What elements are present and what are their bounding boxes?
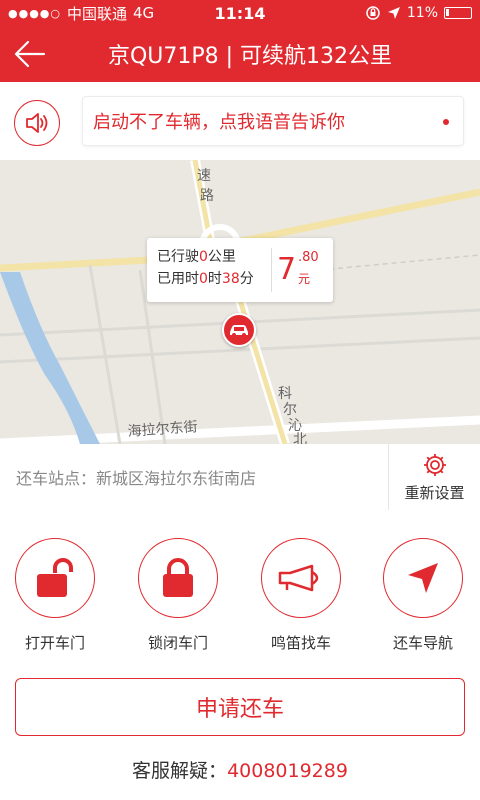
apply-return-button[interactable]: 申请还车 [15, 678, 465, 736]
road-label: 速 [197, 168, 211, 184]
honk-horn-button[interactable]: 鸣笛找车 [246, 538, 356, 653]
page-title: 京QU71P8 | 可续航132公里 [107, 44, 393, 69]
road-label: 路 [200, 188, 214, 204]
lock-circle [138, 538, 218, 618]
price-decimal: .80 [298, 250, 319, 265]
gear-icon [423, 453, 446, 476]
trip-info-popup: 已行驶0公里 已用时0时38分 7 .80 元 [147, 238, 333, 302]
speaker-icon [26, 113, 48, 133]
unlock-circle [15, 538, 95, 618]
map-view[interactable]: 速 路 海拉尔东街 科 尔 沁 北 已行驶0公里 已用时0时38分 7 .80 … [0, 160, 480, 444]
clock: 11:14 [214, 3, 266, 23]
return-station-text: 还车站点：新城区海拉尔东街南店 [16, 469, 257, 488]
price-unit: 元 [298, 272, 311, 286]
action-label: 还车导航 [392, 634, 453, 652]
battery-icon [444, 7, 472, 19]
action-panel: 打开车门 锁闭车门 鸣笛找车 还车导航 申请还车 客服解疑：4008019289 [0, 510, 480, 800]
trip-price: 7 .80 元 [277, 248, 319, 292]
distance-value: 0 [199, 249, 208, 265]
reset-label: 重新设置 [404, 483, 465, 502]
lock-door-button[interactable]: 锁闭车门 [123, 538, 233, 653]
navigation-icon [408, 563, 438, 593]
notification-dot [443, 119, 449, 125]
service-label: 客服解疑： [132, 760, 228, 782]
reset-station-button[interactable]: 重新设置 [388, 444, 480, 510]
action-label: 锁闭车门 [147, 634, 208, 652]
car-location-marker[interactable] [222, 313, 256, 347]
duration-line: 已用时0时38分 [157, 271, 254, 287]
return-station-bar: 还车站点：新城区海拉尔东街南店 重新设置 [0, 444, 480, 510]
return-navigation-button[interactable]: 还车导航 [368, 538, 478, 653]
divider [271, 248, 272, 292]
car-icon [230, 325, 248, 337]
customer-service: 客服解疑：4008019289 [0, 756, 480, 783]
status-bar: ●●●●○ 中国联通 4G 11:14 11% [0, 0, 480, 26]
minutes-value: 38 [221, 271, 240, 287]
voice-prompt-bubble[interactable]: 启动不了车辆，点我语音告诉你 [82, 96, 464, 146]
lock-icon [163, 558, 193, 597]
speaker-button[interactable] [14, 100, 60, 146]
hours-value: 0 [199, 271, 208, 287]
voice-prompt-text: 启动不了车辆，点我语音告诉你 [93, 112, 345, 133]
service-phone-link[interactable]: 4008019289 [227, 760, 348, 782]
unlock-door-button[interactable]: 打开车门 [0, 538, 110, 653]
unlock-icon [37, 558, 73, 597]
action-label: 打开车门 [24, 634, 85, 652]
back-button[interactable] [0, 26, 60, 82]
distance-line: 已行驶0公里 [157, 249, 236, 265]
action-label: 鸣笛找车 [270, 634, 331, 652]
road-label: 尔 [283, 402, 297, 418]
road-label: 科 [278, 386, 292, 402]
navigation-circle [383, 538, 463, 618]
back-arrow-icon [14, 40, 46, 68]
price-integer: 7 [277, 252, 297, 287]
horn-circle [261, 538, 341, 618]
map-roads: 速 路 海拉尔东街 科 尔 沁 北 [0, 160, 480, 444]
voice-report-bar: 启动不了车辆，点我语音告诉你 [0, 82, 480, 160]
horn-icon [278, 564, 319, 592]
road-label: 北 [293, 432, 307, 444]
navbar: 京QU71P8 | 可续航132公里 [0, 26, 480, 82]
